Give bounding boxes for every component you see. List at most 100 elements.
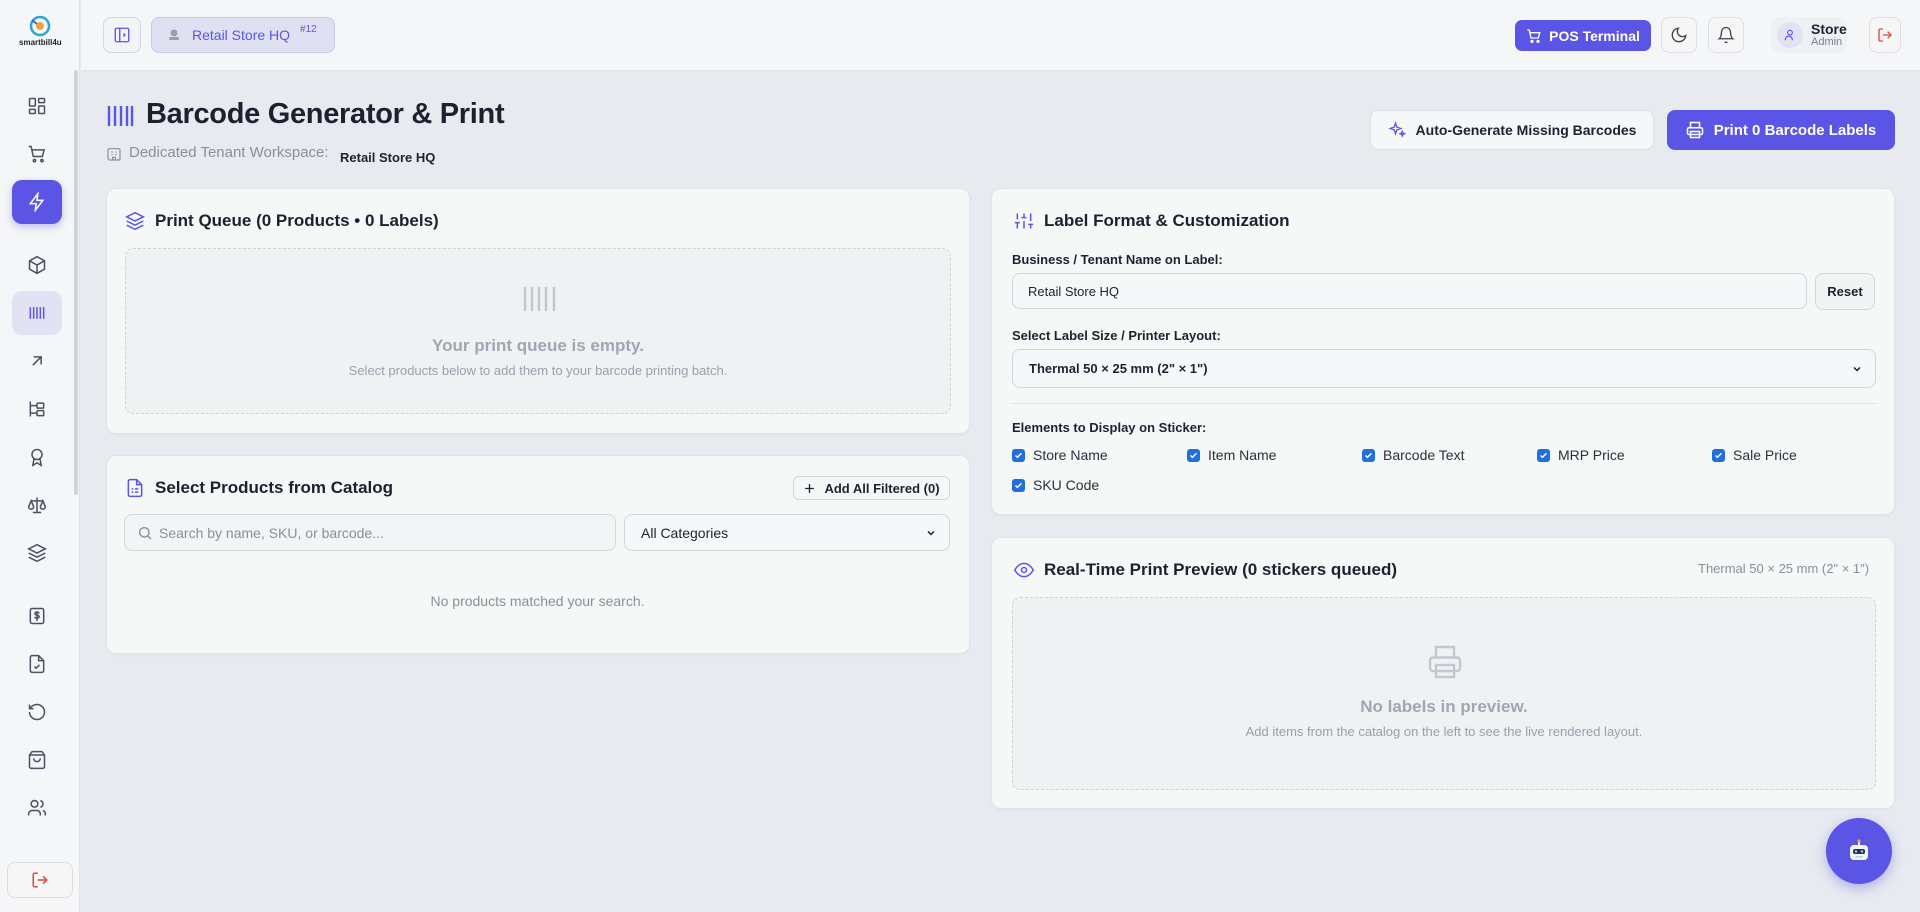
building-icon [106, 146, 122, 162]
checkbox-checked-icon[interactable] [1537, 448, 1550, 462]
barcode-icon [106, 104, 134, 128]
category-selected-value: All Categories [641, 524, 729, 541]
checkbox-checked-icon[interactable] [1712, 448, 1725, 462]
category-select[interactable]: All Categories [624, 514, 950, 551]
sticker-elements-label: Elements to Display on Sticker: [1012, 420, 1207, 435]
pos-terminal-label: POS Terminal [1549, 27, 1640, 44]
checkbox-checked-icon[interactable] [1012, 478, 1025, 492]
workspace-label: Dedicated Tenant Workspace: [129, 144, 329, 161]
user-menu[interactable]: Store Admin [1771, 17, 1847, 53]
logo-text: smartbill4u [19, 38, 62, 47]
tenant-switcher[interactable]: Retail Store HQ #12 [151, 17, 335, 53]
auto-generate-barcodes-button[interactable]: Auto-Generate Missing Barcodes [1370, 110, 1654, 150]
eye-icon [1014, 562, 1034, 578]
preview-empty-subtitle: Add items from the catalog on the left t… [1245, 724, 1643, 739]
user-name: Store [1811, 21, 1847, 37]
undo-icon [28, 703, 46, 721]
checkbox-label: Sale Price [1733, 447, 1797, 463]
business-name-value: Retail Store HQ [1028, 283, 1120, 299]
file-check-icon [29, 654, 45, 674]
sidebar-item-compliance[interactable] [12, 483, 62, 527]
product-search-field[interactable] [124, 514, 616, 551]
theme-toggle-button[interactable] [1661, 17, 1697, 53]
chevron-down-icon [1853, 366, 1861, 372]
business-name-input[interactable]: Retail Store HQ [1012, 273, 1807, 309]
cart-icon [28, 145, 46, 163]
notifications-button[interactable] [1708, 17, 1744, 53]
sidebar-item-products[interactable] [12, 243, 62, 287]
barcode-icon [29, 307, 45, 319]
queue-empty-subtitle: Select products below to add them to you… [348, 363, 728, 378]
checkbox-store-name[interactable]: Store Name [1012, 447, 1108, 463]
page-title: Barcode Generator & Print [146, 98, 505, 130]
printer-icon [1427, 644, 1463, 680]
assistant-chat-button[interactable] [1826, 818, 1892, 884]
sidebar-item-hierarchy[interactable] [12, 387, 62, 431]
add-all-label: Add All Filtered (0) [824, 480, 940, 496]
award-icon [31, 448, 43, 467]
sidebar-item-billing[interactable] [12, 594, 62, 638]
tenant-name: Retail Store HQ [192, 27, 291, 43]
search-icon [139, 526, 152, 539]
checkbox-mrp-price[interactable]: MRP Price [1537, 447, 1625, 463]
plus-icon [805, 483, 815, 493]
sidebar-item-quick-actions[interactable] [12, 180, 62, 224]
sidebar-item-reports[interactable] [12, 339, 62, 383]
checkbox-checked-icon[interactable] [1187, 448, 1200, 462]
cart-icon [1527, 28, 1541, 43]
sidebar: smartbill4u [0, 0, 80, 912]
checkbox-label: SKU Code [1033, 477, 1100, 493]
checkbox-label: MRP Price [1558, 447, 1625, 463]
bell-icon [1717, 26, 1735, 44]
checkbox-item-name[interactable]: Item Name [1187, 447, 1276, 463]
layers-icon [125, 211, 145, 231]
robot-icon [1850, 839, 1868, 860]
print-labels-label: Print 0 Barcode Labels [1713, 121, 1877, 139]
pos-terminal-button[interactable]: POS Terminal [1515, 20, 1651, 51]
checkbox-sale-price[interactable]: Sale Price [1712, 447, 1797, 463]
print-queue-empty-state: Your print queue is empty. Select produc… [125, 248, 951, 414]
reset-button[interactable]: Reset [1815, 273, 1875, 310]
panel-left-icon [114, 27, 130, 43]
layers-icon [27, 543, 47, 563]
file-list-icon [127, 478, 143, 498]
avatar [1777, 22, 1803, 48]
sliders-icon [1014, 213, 1034, 229]
print-labels-button[interactable]: Print 0 Barcode Labels [1667, 110, 1895, 150]
checkbox-barcode-text[interactable]: Barcode Text [1362, 447, 1464, 463]
logout-button[interactable] [1869, 17, 1901, 53]
business-name-label: Business / Tenant Name on Label: [1012, 252, 1223, 267]
sidebar-item-cart[interactable] [12, 132, 62, 176]
moon-icon [1671, 27, 1687, 43]
preview-title-text: Real-Time Print Preview (0 stickers queu… [1044, 560, 1398, 579]
tenant-tag: #12 [300, 23, 317, 35]
sidebar-item-barcodes[interactable] [12, 291, 62, 335]
catalog-title: Select Products from Catalog [125, 478, 393, 498]
sidebar-item-inventory[interactable] [12, 531, 62, 575]
hierarchy-icon [29, 401, 45, 417]
sidebar-scrollbar[interactable] [74, 70, 78, 495]
user-role: Admin [1811, 36, 1843, 48]
sidebar-item-dashboard[interactable] [12, 84, 62, 128]
checkbox-checked-icon[interactable] [1362, 448, 1375, 462]
sidebar-item-invoices[interactable] [12, 642, 62, 686]
sidebar-item-purchases[interactable] [12, 738, 62, 782]
preview-label-size: Thermal 50 × 25 mm (2" × 1") [1698, 561, 1870, 576]
sidebar-logout-button[interactable] [7, 862, 73, 898]
label-size-select[interactable]: Thermal 50 × 25 mm (2" × 1") [1012, 349, 1876, 388]
sidebar-item-loyalty[interactable] [12, 435, 62, 479]
shopping-bag-icon [28, 750, 46, 770]
checkbox-sku-code[interactable]: SKU Code [1012, 477, 1099, 493]
app-logo[interactable]: smartbill4u [13, 12, 67, 52]
checkbox-checked-icon[interactable] [1012, 448, 1025, 462]
divider [1012, 403, 1876, 404]
sidebar-item-returns[interactable] [12, 690, 62, 734]
user-icon [1784, 29, 1793, 41]
tenant-logo-icon [169, 29, 179, 40]
preview-empty-state: No labels in preview. Add items from the… [1012, 597, 1876, 790]
sidebar-item-customers[interactable] [12, 786, 62, 830]
add-all-filtered-button[interactable]: Add All Filtered (0) [793, 476, 950, 500]
product-search-input[interactable] [159, 524, 599, 541]
sidebar-toggle-button[interactable] [103, 17, 141, 53]
print-queue-title-text: Print Queue (0 Products • 0 Labels) [155, 211, 439, 230]
